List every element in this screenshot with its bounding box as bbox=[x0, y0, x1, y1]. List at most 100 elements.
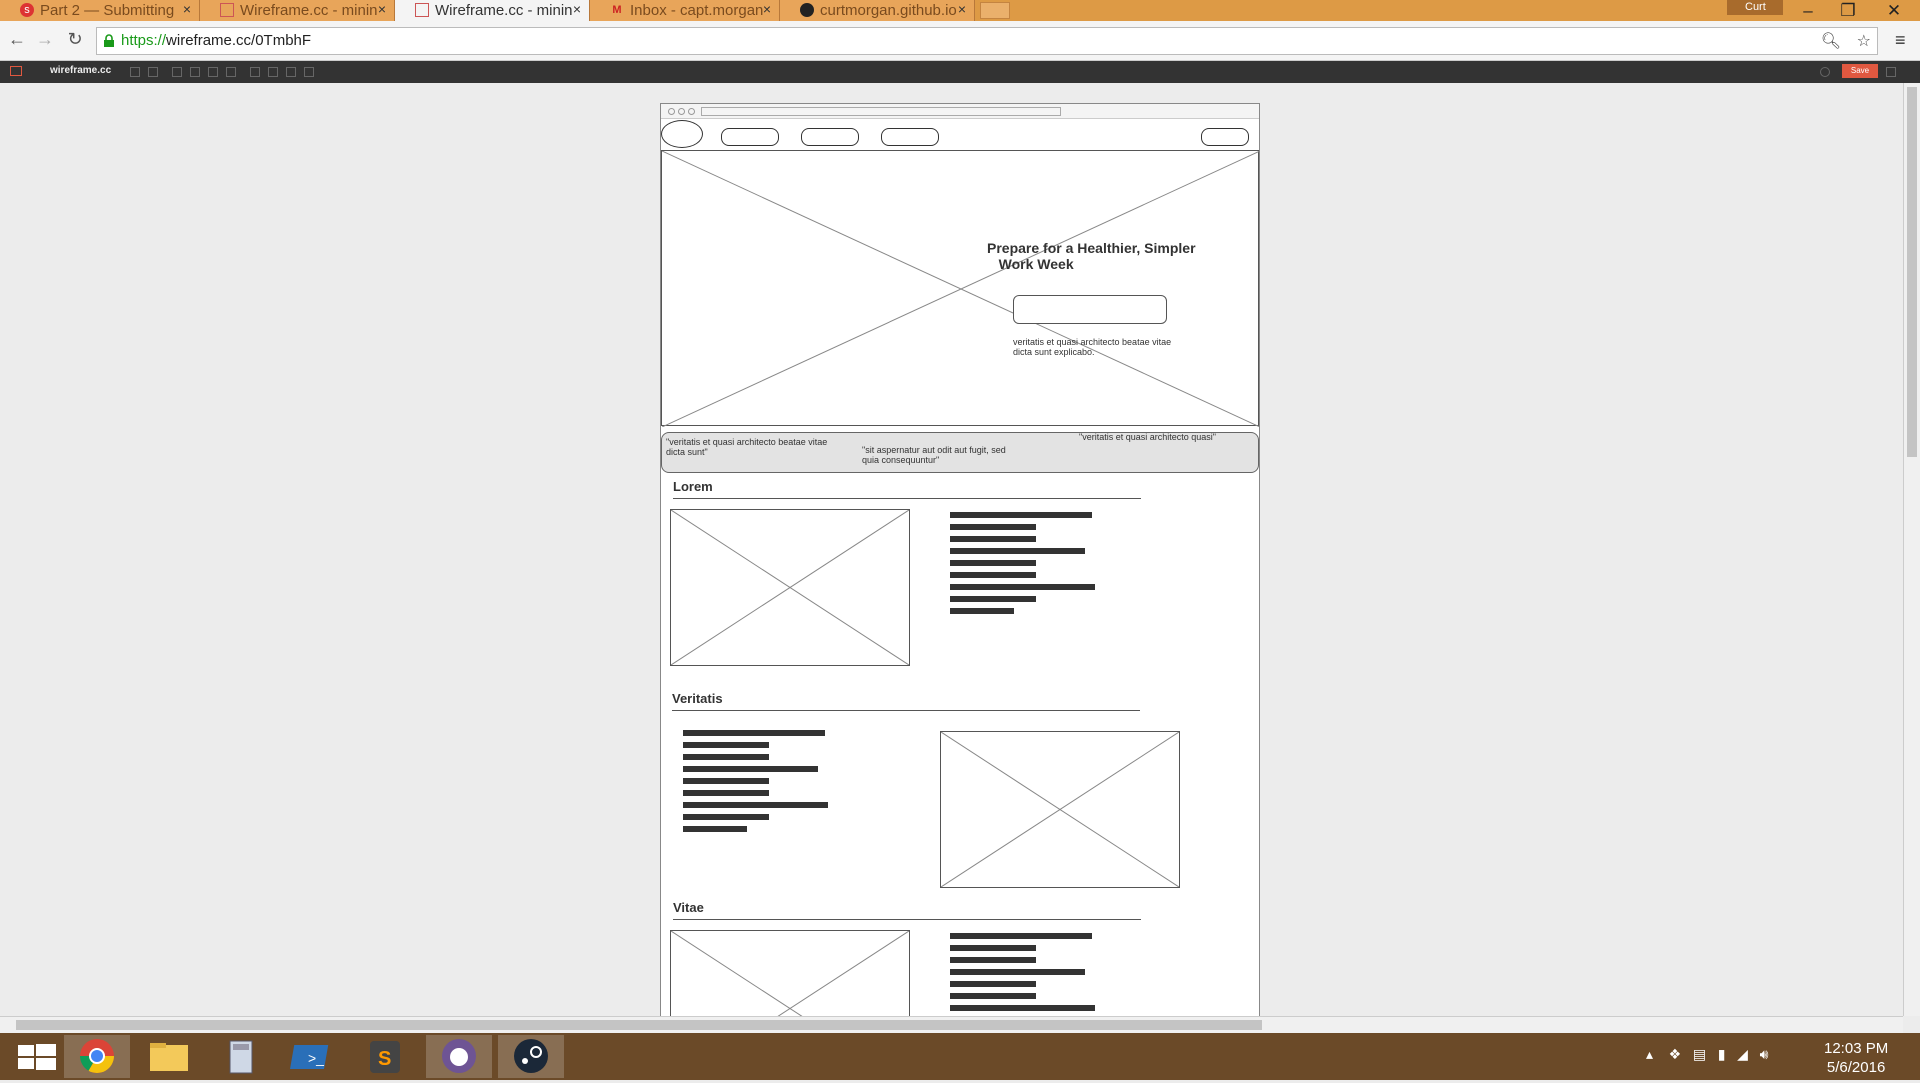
close-icon[interactable]: × bbox=[763, 1, 771, 17]
mock-logo[interactable] bbox=[661, 120, 703, 148]
mock-browser-bar bbox=[661, 104, 1259, 119]
section-divider bbox=[673, 498, 1141, 499]
new-tab-button[interactable] bbox=[980, 2, 1010, 19]
hero-image-placeholder[interactable]: Prepare for a Healthier, Simpler Work We… bbox=[661, 150, 1260, 427]
tab-github[interactable]: curtmorgan.github.io × bbox=[780, 0, 975, 21]
redo-icon[interactable] bbox=[148, 67, 158, 77]
close-window-icon[interactable]: ✕ bbox=[1868, 0, 1920, 21]
url-input[interactable]: https://wireframe.cc/0TmbhF 🔍︎ ☆ bbox=[96, 27, 1878, 55]
wireframe-page[interactable]: Prepare for a Healthier, Simpler Work We… bbox=[660, 103, 1260, 1016]
steam-icon[interactable] bbox=[498, 1035, 564, 1078]
action-center-icon[interactable]: ▤ bbox=[1693, 1046, 1706, 1062]
github-desktop-icon[interactable] bbox=[426, 1035, 492, 1078]
clock-date: 5/6/2016 bbox=[1826, 1059, 1886, 1076]
address-bar: ← → ↻ https://wireframe.cc/0TmbhF 🔍︎ ☆ ≡ bbox=[0, 21, 1920, 61]
calculator-icon[interactable] bbox=[208, 1035, 274, 1078]
powershell-icon[interactable]: >_ bbox=[280, 1035, 346, 1078]
dropbox-icon[interactable]: ❖ bbox=[1669, 1046, 1682, 1062]
text-placeholder-block bbox=[683, 730, 828, 838]
chrome-icon[interactable] bbox=[64, 1035, 130, 1078]
tab-part2[interactable]: s Part 2 — Submitting × bbox=[0, 0, 200, 21]
placeholder-cross-icon bbox=[671, 931, 909, 1016]
user-name: Curt bbox=[1745, 1, 1766, 13]
hero-text: veritatis et quasi architecto beatae vit… bbox=[1013, 337, 1172, 357]
sublime-text-icon[interactable]: S bbox=[352, 1035, 418, 1078]
paste-icon[interactable] bbox=[208, 67, 218, 77]
minimize-icon[interactable]: – bbox=[1788, 0, 1828, 21]
forward-icon[interactable]: → bbox=[34, 29, 56, 50]
comment-icon[interactable] bbox=[1820, 67, 1830, 77]
placeholder-cross-icon bbox=[662, 151, 1260, 427]
vertical-scrollbar[interactable] bbox=[1903, 83, 1920, 1016]
mock-nav-button[interactable] bbox=[881, 128, 939, 146]
section-title: Lorem bbox=[673, 479, 713, 494]
lock-icon bbox=[104, 34, 114, 47]
windows-start-icon[interactable] bbox=[4, 1035, 70, 1078]
share-icon[interactable] bbox=[1886, 67, 1896, 77]
cut-icon[interactable] bbox=[190, 67, 200, 77]
testimonial-bar[interactable]: "veritatis et quasi architecto beatae vi… bbox=[661, 432, 1259, 473]
tab-favicon-icon: s bbox=[20, 3, 34, 17]
tab-wireframe-1[interactable]: Wireframe.cc - minin × bbox=[200, 0, 395, 21]
tab-inbox[interactable]: M Inbox - capt.morgan × bbox=[590, 0, 780, 21]
close-icon[interactable]: × bbox=[183, 1, 191, 17]
image-placeholder[interactable] bbox=[670, 930, 910, 1016]
mock-nav-button[interactable] bbox=[721, 128, 779, 146]
group-icon[interactable] bbox=[268, 67, 278, 77]
grid-icon[interactable] bbox=[304, 67, 314, 77]
horizontal-scrollbar[interactable] bbox=[0, 1016, 1903, 1033]
lock-element-icon[interactable] bbox=[250, 67, 260, 77]
url-text: https://wireframe.cc/0TmbhF bbox=[121, 32, 311, 49]
scrollbar-thumb[interactable] bbox=[16, 1020, 1262, 1030]
save-button[interactable]: Save bbox=[1842, 64, 1878, 78]
image-placeholder[interactable] bbox=[670, 509, 910, 666]
mock-dot-icon bbox=[668, 108, 675, 115]
tab-strip: s Part 2 — Submitting × Wireframe.cc - m… bbox=[0, 0, 1920, 22]
undo-icon[interactable] bbox=[130, 67, 140, 77]
section-divider bbox=[673, 919, 1141, 920]
reload-icon[interactable]: ↻ bbox=[64, 29, 86, 50]
steam-glyph-icon bbox=[514, 1039, 548, 1073]
section-title: Vitae bbox=[673, 900, 704, 915]
close-icon[interactable]: × bbox=[958, 1, 966, 17]
delete-icon[interactable] bbox=[226, 67, 236, 77]
app-logo-icon[interactable] bbox=[10, 66, 22, 76]
tray-expand-icon[interactable]: ▴ bbox=[1646, 1046, 1653, 1062]
zoom-icon[interactable]: 🔍︎ bbox=[1821, 31, 1841, 51]
url-scheme: https:// bbox=[121, 32, 167, 49]
close-icon[interactable]: × bbox=[573, 1, 581, 17]
section-title: Veritatis bbox=[672, 691, 723, 706]
scrollbar-thumb[interactable] bbox=[1907, 87, 1917, 457]
svg-text:S: S bbox=[378, 1048, 391, 1070]
wireframe-favicon-icon bbox=[220, 3, 234, 17]
volume-icon[interactable]: 🔊︎ bbox=[1760, 1046, 1769, 1062]
battery-icon[interactable]: ▮ bbox=[1718, 1046, 1726, 1062]
back-icon[interactable]: ← bbox=[6, 29, 28, 50]
mock-nav-button[interactable] bbox=[1201, 128, 1249, 146]
close-icon[interactable]: × bbox=[378, 1, 386, 17]
clock-time: 12:03 PM bbox=[1824, 1040, 1889, 1057]
app-logo-text: wireframe.cc bbox=[50, 65, 112, 76]
system-clock[interactable]: 12:03 PM 5/6/2016 bbox=[1824, 1039, 1888, 1077]
wireframe-canvas[interactable]: Prepare for a Healthier, Simpler Work We… bbox=[0, 83, 1903, 1016]
tab-wireframe-2[interactable]: Wireframe.cc - minin × bbox=[395, 0, 590, 22]
image-placeholder[interactable] bbox=[940, 731, 1180, 888]
star-icon[interactable]: ☆ bbox=[1857, 31, 1871, 51]
mock-url-field bbox=[701, 107, 1061, 116]
github-glyph-icon bbox=[442, 1039, 476, 1073]
windows-logo-icon bbox=[18, 1044, 56, 1070]
network-icon[interactable]: ◢ bbox=[1737, 1046, 1748, 1062]
text-placeholder-block bbox=[950, 933, 1095, 1016]
hero-input[interactable] bbox=[1013, 295, 1167, 324]
wireframe-favicon-icon bbox=[415, 3, 429, 17]
file-explorer-icon[interactable] bbox=[136, 1035, 202, 1078]
menu-icon[interactable]: ≡ bbox=[1895, 30, 1906, 51]
copy-icon[interactable] bbox=[172, 67, 182, 77]
align-icon[interactable] bbox=[286, 67, 296, 77]
user-profile-button[interactable]: Curt bbox=[1727, 0, 1783, 15]
mock-dot-icon bbox=[688, 108, 695, 115]
maximize-icon[interactable]: ❐ bbox=[1828, 0, 1868, 21]
mock-nav-button[interactable] bbox=[801, 128, 859, 146]
chrome-logo-icon bbox=[80, 1039, 114, 1073]
placeholder-cross-icon bbox=[941, 732, 1179, 887]
